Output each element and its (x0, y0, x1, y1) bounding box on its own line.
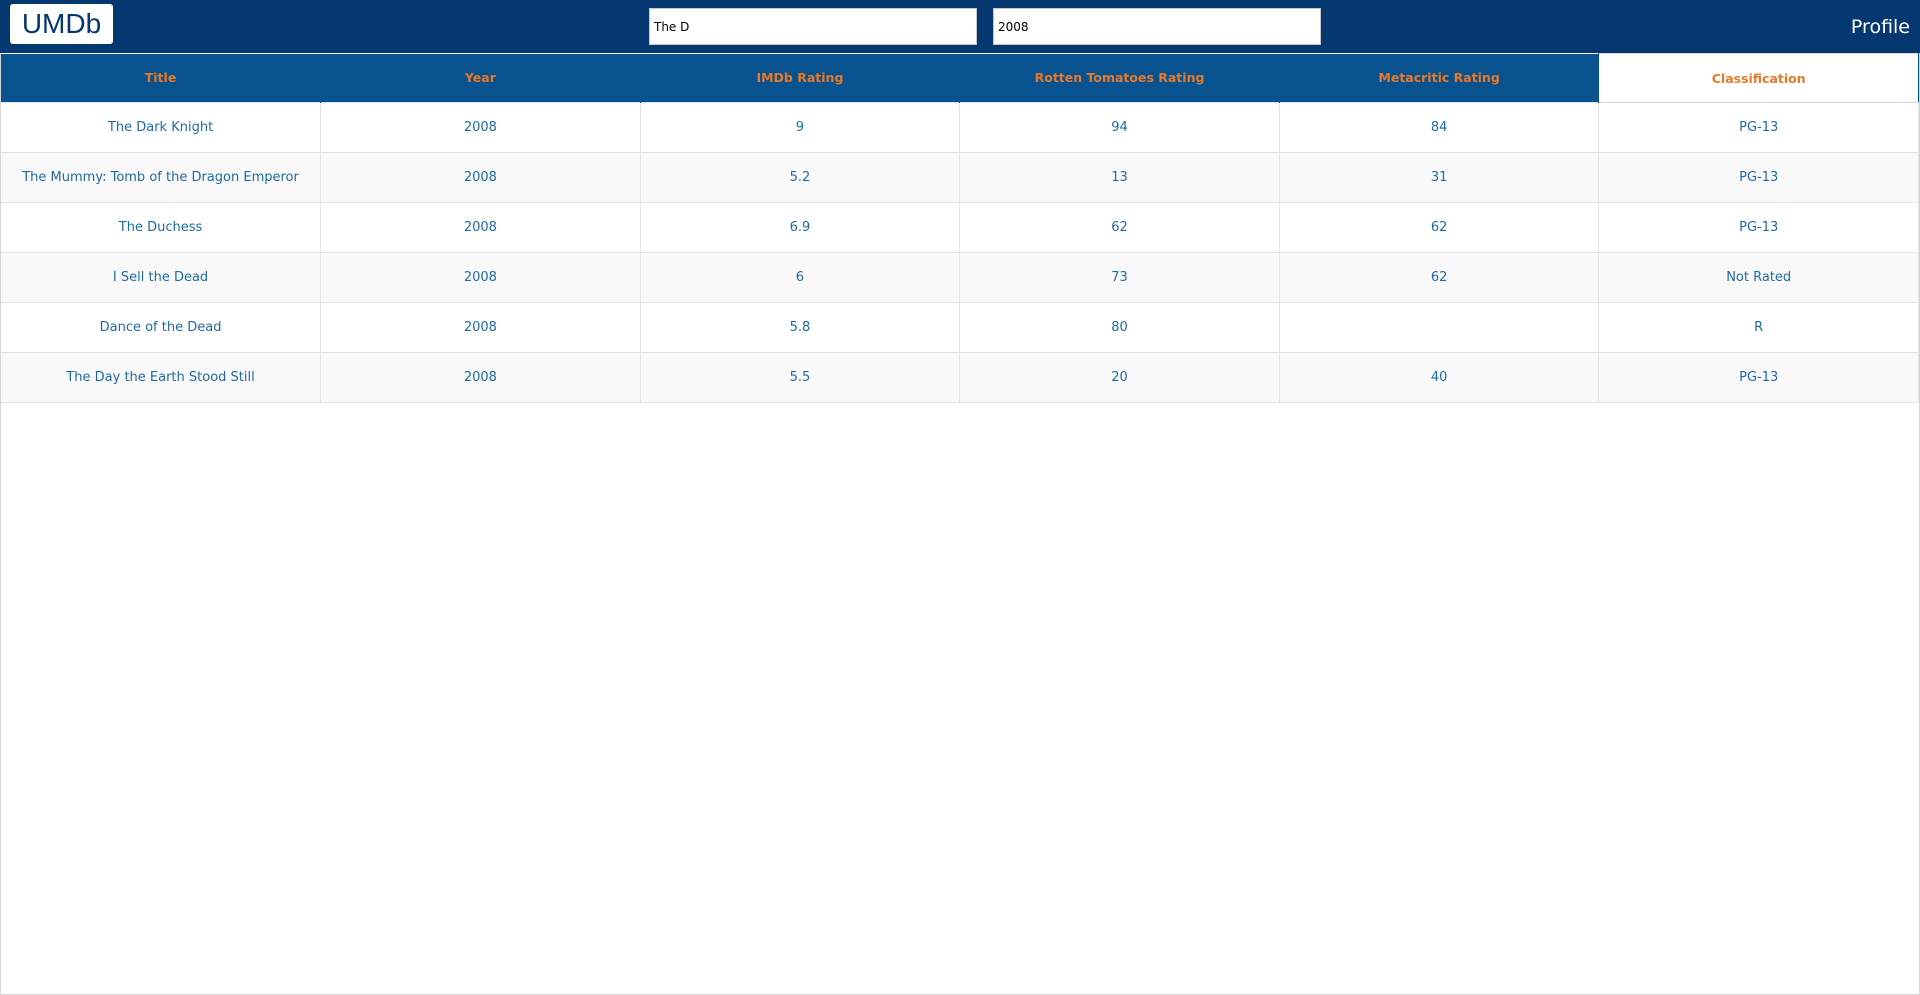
cell-rotten-tomatoes-rating: 80 (959, 302, 1280, 353)
cell-title: The Mummy: Tomb of the Dragon Emperor (1, 152, 322, 203)
results-table-container: Title Year IMDb Rating Rotten Tomatoes R… (0, 53, 1920, 995)
cell-title: Dance of the Dead (1, 302, 322, 353)
cell-imdb-rating: 6 (640, 252, 961, 303)
cell-metacritic-rating: 62 (1279, 202, 1600, 253)
cell-imdb-rating: 5.2 (640, 152, 961, 203)
cell-title: The Dark Knight (1, 102, 322, 153)
title-search-input[interactable] (649, 8, 977, 45)
cell-title: I Sell the Dead (1, 252, 322, 303)
cell-imdb-rating: 5.8 (640, 302, 961, 353)
table-row[interactable]: The Dark Knight 2008 9 94 84 PG-13 (1, 102, 1919, 153)
cell-title: The Day the Earth Stood Still (1, 352, 322, 403)
column-header-title[interactable]: Title (1, 53, 322, 103)
cell-rotten-tomatoes-rating: 62 (959, 202, 1280, 253)
cell-year: 2008 (320, 302, 641, 353)
table-row[interactable]: The Day the Earth Stood Still 2008 5.5 2… (1, 352, 1919, 403)
umdb-logo-button[interactable]: UMDb (10, 4, 113, 44)
cell-rotten-tomatoes-rating: 73 (959, 252, 1280, 303)
cell-title: The Duchess (1, 202, 322, 253)
cell-year: 2008 (320, 252, 641, 303)
column-header-rotten-tomatoes-rating[interactable]: Rotten Tomatoes Rating (959, 53, 1280, 103)
cell-classification: PG-13 (1598, 102, 1919, 153)
cell-metacritic-rating (1279, 302, 1600, 353)
cell-year: 2008 (320, 202, 641, 253)
cell-classification: Not Rated (1598, 252, 1919, 303)
cell-metacritic-rating: 40 (1279, 352, 1600, 403)
cell-rotten-tomatoes-rating: 13 (959, 152, 1280, 203)
cell-imdb-rating: 5.5 (640, 352, 961, 403)
top-nav-bar: UMDb Profile (0, 0, 1920, 53)
table-header-row: Title Year IMDb Rating Rotten Tomatoes R… (1, 53, 1919, 103)
cell-metacritic-rating: 84 (1279, 102, 1600, 153)
column-header-metacritic-rating[interactable]: Metacritic Rating (1279, 53, 1600, 103)
table-row[interactable]: The Mummy: Tomb of the Dragon Emperor 20… (1, 152, 1919, 203)
cell-year: 2008 (320, 152, 641, 203)
cell-imdb-rating: 6.9 (640, 202, 961, 253)
table-row[interactable]: The Duchess 2008 6.9 62 62 PG-13 (1, 202, 1919, 253)
cell-year: 2008 (320, 102, 641, 153)
table-row[interactable]: I Sell the Dead 2008 6 73 62 Not Rated (1, 252, 1919, 303)
cell-year: 2008 (320, 352, 641, 403)
cell-rotten-tomatoes-rating: 94 (959, 102, 1280, 153)
column-header-year[interactable]: Year (320, 53, 641, 103)
year-search-input[interactable] (993, 8, 1321, 45)
column-header-imdb-rating[interactable]: IMDb Rating (640, 53, 961, 103)
column-header-classification[interactable]: Classification (1598, 53, 1919, 103)
cell-classification: PG-13 (1598, 202, 1919, 253)
cell-classification: PG-13 (1598, 152, 1919, 203)
cell-rotten-tomatoes-rating: 20 (959, 352, 1280, 403)
cell-classification: R (1598, 302, 1919, 353)
cell-imdb-rating: 9 (640, 102, 961, 153)
profile-link[interactable]: Profile (1851, 14, 1910, 40)
results-table: Title Year IMDb Rating Rotten Tomatoes R… (1, 53, 1919, 403)
cell-metacritic-rating: 62 (1279, 252, 1600, 303)
cell-metacritic-rating: 31 (1279, 152, 1600, 203)
table-row[interactable]: Dance of the Dead 2008 5.8 80 R (1, 302, 1919, 353)
cell-classification: PG-13 (1598, 352, 1919, 403)
